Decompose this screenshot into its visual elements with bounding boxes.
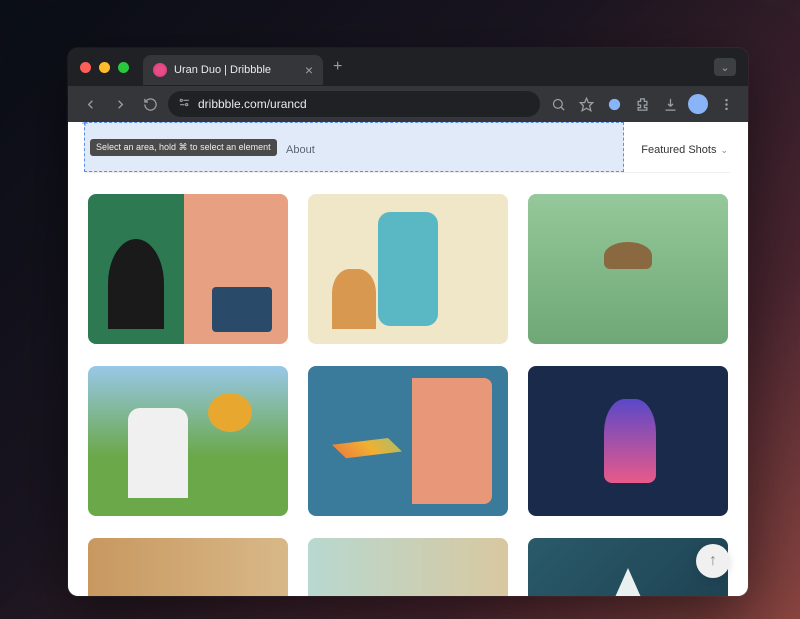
- reload-icon: [143, 97, 158, 112]
- maximize-window-button[interactable]: [118, 62, 129, 73]
- inspector-tooltip: Select an area, hold ⌘ to select an elem…: [90, 139, 277, 156]
- bookmark-icon: [579, 97, 594, 112]
- shot-thumbnail[interactable]: [88, 538, 288, 596]
- titlebar: Uran Duo | Dribbble × + ⌄: [68, 48, 748, 86]
- selection-handle[interactable]: +: [79, 122, 91, 129]
- back-icon: [83, 97, 98, 112]
- reload-button[interactable]: [138, 92, 162, 116]
- site-settings-icon[interactable]: [178, 96, 191, 112]
- window-controls: [80, 62, 129, 73]
- avatar: [688, 94, 708, 114]
- toolbar: dribbble.com/urancd: [68, 86, 748, 122]
- browser-tab[interactable]: Uran Duo | Dribbble ×: [143, 55, 323, 85]
- search-button[interactable]: [546, 92, 570, 116]
- browser-window: Uran Duo | Dribbble × + ⌄ dribbble.com/u…: [68, 48, 748, 596]
- tab-title: Uran Duo | Dribbble: [174, 64, 271, 76]
- close-tab-button[interactable]: ×: [305, 62, 313, 78]
- tabs-overflow-button[interactable]: ⌄: [714, 58, 736, 76]
- bookmark-button[interactable]: [574, 92, 598, 116]
- forward-icon: [113, 97, 128, 112]
- search-icon: [551, 97, 566, 112]
- profile-button[interactable]: [686, 92, 710, 116]
- dribbble-favicon: [153, 63, 167, 77]
- downloads-icon: [663, 97, 678, 112]
- menu-button[interactable]: [714, 92, 738, 116]
- shot-thumbnail[interactable]: [528, 194, 728, 344]
- url-text: dribbble.com/urancd: [198, 97, 307, 111]
- minimize-window-button[interactable]: [99, 62, 110, 73]
- close-window-button[interactable]: [80, 62, 91, 73]
- filter-label: Featured Shots: [641, 144, 716, 156]
- divider: [86, 172, 730, 173]
- extensions-icon: [635, 97, 650, 112]
- shots-grid: [88, 194, 728, 596]
- chevron-down-icon: ⌄: [720, 145, 728, 156]
- shot-thumbnail[interactable]: [88, 366, 288, 516]
- shot-thumbnail[interactable]: [308, 366, 508, 516]
- shot-thumbnail[interactable]: [88, 194, 288, 344]
- reader-icon: [607, 97, 622, 112]
- shot-thumbnail[interactable]: [528, 366, 728, 516]
- new-tab-button[interactable]: +: [333, 58, 342, 76]
- arrow-up-icon: ↑: [709, 552, 717, 570]
- page-viewport: + Select an area, hold ⌘ to select an el…: [68, 122, 748, 596]
- menu-icon: [719, 97, 734, 112]
- shot-thumbnail[interactable]: [308, 538, 508, 596]
- extensions-button[interactable]: [630, 92, 654, 116]
- back-button[interactable]: [78, 92, 102, 116]
- reader-button[interactable]: [602, 92, 626, 116]
- shot-thumbnail[interactable]: [308, 194, 508, 344]
- forward-button[interactable]: [108, 92, 132, 116]
- scroll-top-button[interactable]: ↑: [696, 544, 730, 578]
- downloads-button[interactable]: [658, 92, 682, 116]
- url-bar[interactable]: dribbble.com/urancd: [168, 91, 540, 117]
- filter-dropdown[interactable]: Featured Shots ⌄: [641, 144, 728, 156]
